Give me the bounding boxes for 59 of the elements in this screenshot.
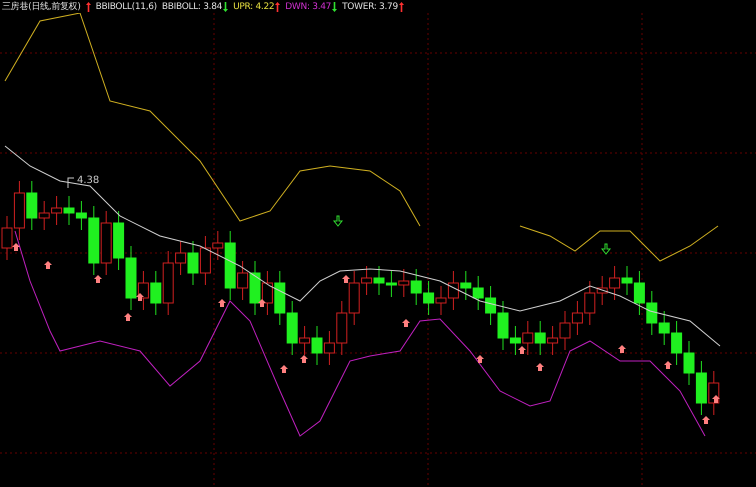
indicator-name: BBIBOLL(11,6) <box>96 2 157 12</box>
peak-marker <box>68 178 74 188</box>
candlestick <box>646 290 658 336</box>
candlestick <box>250 260 260 316</box>
candlestick <box>436 286 446 316</box>
buy-arrow-icon <box>518 346 526 354</box>
candlestick <box>534 320 546 356</box>
buy-arrow-icon <box>342 275 350 283</box>
indicator-reading: BBIBOLL: 3.84 <box>162 2 222 12</box>
buy-arrow-icon <box>218 299 226 307</box>
buy-arrow-icon <box>702 416 710 424</box>
candlestick <box>547 326 558 356</box>
peak-price-label: 4.38 <box>77 175 100 186</box>
candlestick <box>312 326 322 366</box>
buy-arrow-icon <box>280 365 288 373</box>
candlestick <box>696 360 707 416</box>
candlestick <box>560 310 570 350</box>
candlestick <box>572 300 583 336</box>
candlestick <box>64 196 74 226</box>
candlestick <box>374 266 384 296</box>
buy-arrow-icon <box>44 261 52 269</box>
candlestick <box>423 280 434 316</box>
buy-arrow-icon <box>476 355 484 363</box>
candlestick <box>274 270 286 326</box>
candlestick <box>485 286 496 326</box>
buy-arrow-icon <box>536 363 544 371</box>
buy-arrow-icon <box>124 313 132 321</box>
candlestick <box>113 210 124 270</box>
candlestick <box>658 310 670 346</box>
candlestick <box>51 196 62 226</box>
buy-arrow-icon <box>712 395 720 403</box>
candlestick <box>386 270 397 298</box>
candlestick <box>448 270 459 310</box>
sell-arrow-icon <box>600 244 612 255</box>
indicator-reading: DWN: 3.47 <box>285 2 332 12</box>
sell-arrow-icon <box>332 216 344 227</box>
buy-arrow-icon <box>300 355 308 363</box>
candlestick <box>472 276 484 310</box>
candlestick <box>609 266 620 300</box>
candlestick <box>14 180 25 240</box>
candlestick <box>262 270 273 316</box>
buy-arrow-icon <box>94 275 102 283</box>
chart-title: 三房巷(日线,前复权) <box>2 0 81 13</box>
candlestick <box>188 240 198 286</box>
candlestick <box>460 270 472 300</box>
buy-arrow-icon <box>618 345 626 353</box>
buy-arrow-icon <box>136 293 144 301</box>
candlestick <box>398 268 410 298</box>
buy-arrow-icon <box>258 299 266 307</box>
candlestick <box>100 210 112 276</box>
indicator-reading: UPR: 4.22 <box>233 2 274 12</box>
candlestick <box>410 268 422 306</box>
candlestick <box>671 320 682 366</box>
buy-arrow-icon <box>402 319 410 327</box>
buy-arrow-icon <box>12 243 20 251</box>
buy-arrow-icon <box>664 361 672 369</box>
candlestick <box>522 320 534 356</box>
candlestick <box>684 340 694 386</box>
indicator-reading: TOWER: 3.79 <box>342 2 398 12</box>
